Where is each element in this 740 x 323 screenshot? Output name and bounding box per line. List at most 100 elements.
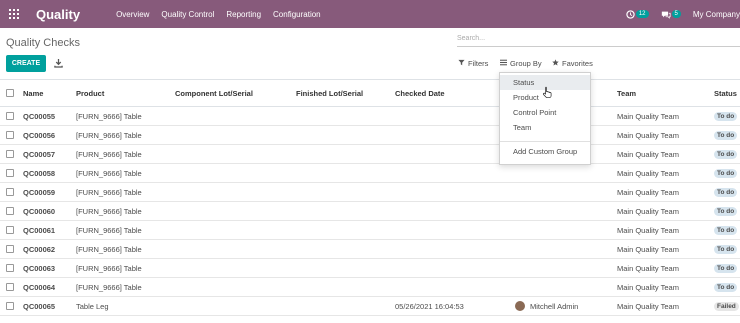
messaging-button[interactable]: 5 <box>661 10 681 19</box>
menu-overview[interactable]: Overview <box>116 10 149 19</box>
row-name: QC00060 <box>23 206 56 216</box>
row-team: Main Quality Team <box>617 111 679 121</box>
table-row[interactable]: QC00058 [FURN_9666] Table Main Quality T… <box>0 164 740 183</box>
table-row[interactable]: QC00064 [FURN_9666] Table Main Quality T… <box>0 278 740 297</box>
table-row[interactable]: QC00063 [FURN_9666] Table Main Quality T… <box>0 259 740 278</box>
status-badge: To do <box>714 130 738 140</box>
col-checked-date[interactable]: Checked Date <box>395 80 445 106</box>
status-badge: To do <box>714 244 738 254</box>
company-switcher[interactable]: My Company <box>693 10 740 19</box>
add-custom-group-button[interactable]: Add Custom Group <box>500 144 590 159</box>
row-team: Main Quality Team <box>617 225 679 235</box>
row-checkbox[interactable] <box>6 226 14 234</box>
menu-reporting[interactable]: Reporting <box>226 10 261 19</box>
row-checkbox[interactable] <box>6 169 14 177</box>
row-name: QC00057 <box>23 149 56 159</box>
col-component-lot[interactable]: Component Lot/Serial <box>175 80 253 106</box>
table-row[interactable]: QC00065 Table Leg 05/26/2021 16:04:53 Mi… <box>0 297 740 316</box>
table-row[interactable]: QC00061 [FURN_9666] Table Main Quality T… <box>0 221 740 240</box>
row-responsible: Mitchell Admin <box>515 297 578 315</box>
groupby-option-control-point[interactable]: Control Point <box>500 105 590 120</box>
activity-count-badge: 12 <box>635 10 649 18</box>
row-checkbox[interactable] <box>6 131 14 139</box>
row-team: Main Quality Team <box>617 168 679 178</box>
row-checkbox[interactable] <box>6 245 14 253</box>
search-input[interactable]: Search... <box>457 33 740 47</box>
row-name: QC00065 <box>23 301 56 311</box>
status-badge: To do <box>714 206 738 216</box>
status-badge: To do <box>714 111 738 121</box>
row-product: [FURN_9666] Table <box>76 187 142 197</box>
app-brand[interactable]: Quality <box>36 7 80 22</box>
groupby-button[interactable]: Group By <box>500 59 542 68</box>
table-row[interactable]: QC00055 [FURN_9666] Table Main Quality T… <box>0 107 740 126</box>
create-button[interactable]: CREATE <box>6 55 46 72</box>
filters-label: Filters <box>468 59 489 68</box>
select-all-checkbox[interactable] <box>6 89 14 97</box>
menu-quality-control[interactable]: Quality Control <box>161 10 214 19</box>
row-checked-date: 05/26/2021 16:04:53 <box>395 301 464 311</box>
row-team: Main Quality Team <box>617 187 679 197</box>
col-name[interactable]: Name <box>23 80 43 106</box>
row-checkbox[interactable] <box>6 207 14 215</box>
table-row[interactable]: QC00062 [FURN_9666] Table Main Quality T… <box>0 240 740 259</box>
row-product: [FURN_9666] Table <box>76 263 142 273</box>
row-team: Main Quality Team <box>617 130 679 140</box>
avatar <box>515 301 525 311</box>
row-product: [FURN_9666] Table <box>76 149 142 159</box>
apps-menu-icon[interactable] <box>0 0 28 28</box>
row-checkbox[interactable] <box>6 302 14 310</box>
col-finished-lot[interactable]: Finished Lot/Serial <box>296 80 363 106</box>
groupby-option-team[interactable]: Team <box>500 120 590 135</box>
status-badge: To do <box>714 187 738 197</box>
table-row[interactable]: QC00060 [FURN_9666] Table Main Quality T… <box>0 202 740 221</box>
menu-configuration[interactable]: Configuration <box>273 10 321 19</box>
row-product: [FURN_9666] Table <box>76 130 142 140</box>
status-badge: To do <box>714 168 738 178</box>
row-team: Main Quality Team <box>617 301 679 311</box>
row-team: Main Quality Team <box>617 263 679 273</box>
page-title: Quality Checks <box>6 37 80 49</box>
status-badge: To do <box>714 225 738 235</box>
favorites-label: Favorites <box>562 59 593 68</box>
row-checkbox[interactable] <box>6 264 14 272</box>
row-name: QC00064 <box>23 282 56 292</box>
favorites-button[interactable]: Favorites <box>552 59 593 68</box>
row-team: Main Quality Team <box>617 149 679 159</box>
row-name: QC00058 <box>23 168 56 178</box>
activity-button[interactable]: 12 <box>626 9 649 19</box>
row-team: Main Quality Team <box>617 206 679 216</box>
download-icon[interactable] <box>54 58 63 68</box>
table-row[interactable]: QC00057 [FURN_9666] Table Main Quality T… <box>0 145 740 164</box>
row-product: [FURN_9666] Table <box>76 244 142 254</box>
row-team: Main Quality Team <box>617 244 679 254</box>
status-badge: To do <box>714 149 738 159</box>
row-product: [FURN_9666] Table <box>76 225 142 235</box>
row-name: QC00059 <box>23 187 56 197</box>
row-checkbox[interactable] <box>6 283 14 291</box>
row-product: [FURN_9666] Table <box>76 206 142 216</box>
row-product: [FURN_9666] Table <box>76 282 142 292</box>
row-checkbox[interactable] <box>6 150 14 158</box>
responsible-name: Mitchell Admin <box>530 301 579 311</box>
filters-button[interactable]: Filters <box>458 59 488 68</box>
table-row[interactable]: QC00059 [FURN_9666] Table Main Quality T… <box>0 183 740 202</box>
col-status[interactable]: Status <box>714 80 737 106</box>
row-name: QC00055 <box>23 111 56 121</box>
row-product: [FURN_9666] Table <box>76 168 142 178</box>
table-row[interactable]: QC00056 [FURN_9666] Table Main Quality T… <box>0 126 740 145</box>
message-count-badge: 5 <box>671 10 681 18</box>
col-product[interactable]: Product <box>76 80 104 106</box>
row-checkbox[interactable] <box>6 112 14 120</box>
row-team: Main Quality Team <box>617 282 679 292</box>
row-checkbox[interactable] <box>6 188 14 196</box>
row-name: QC00063 <box>23 263 56 273</box>
top-navbar: Quality Overview Quality Control Reporti… <box>0 0 740 28</box>
table-header: Name Product Component Lot/Serial Finish… <box>0 80 740 107</box>
chat-icon <box>661 11 671 19</box>
row-product: [FURN_9666] Table <box>76 111 142 121</box>
filter-icon <box>458 59 465 68</box>
bars-icon <box>500 59 507 68</box>
groupby-label: Group By <box>510 59 542 68</box>
col-team[interactable]: Team <box>617 80 636 106</box>
